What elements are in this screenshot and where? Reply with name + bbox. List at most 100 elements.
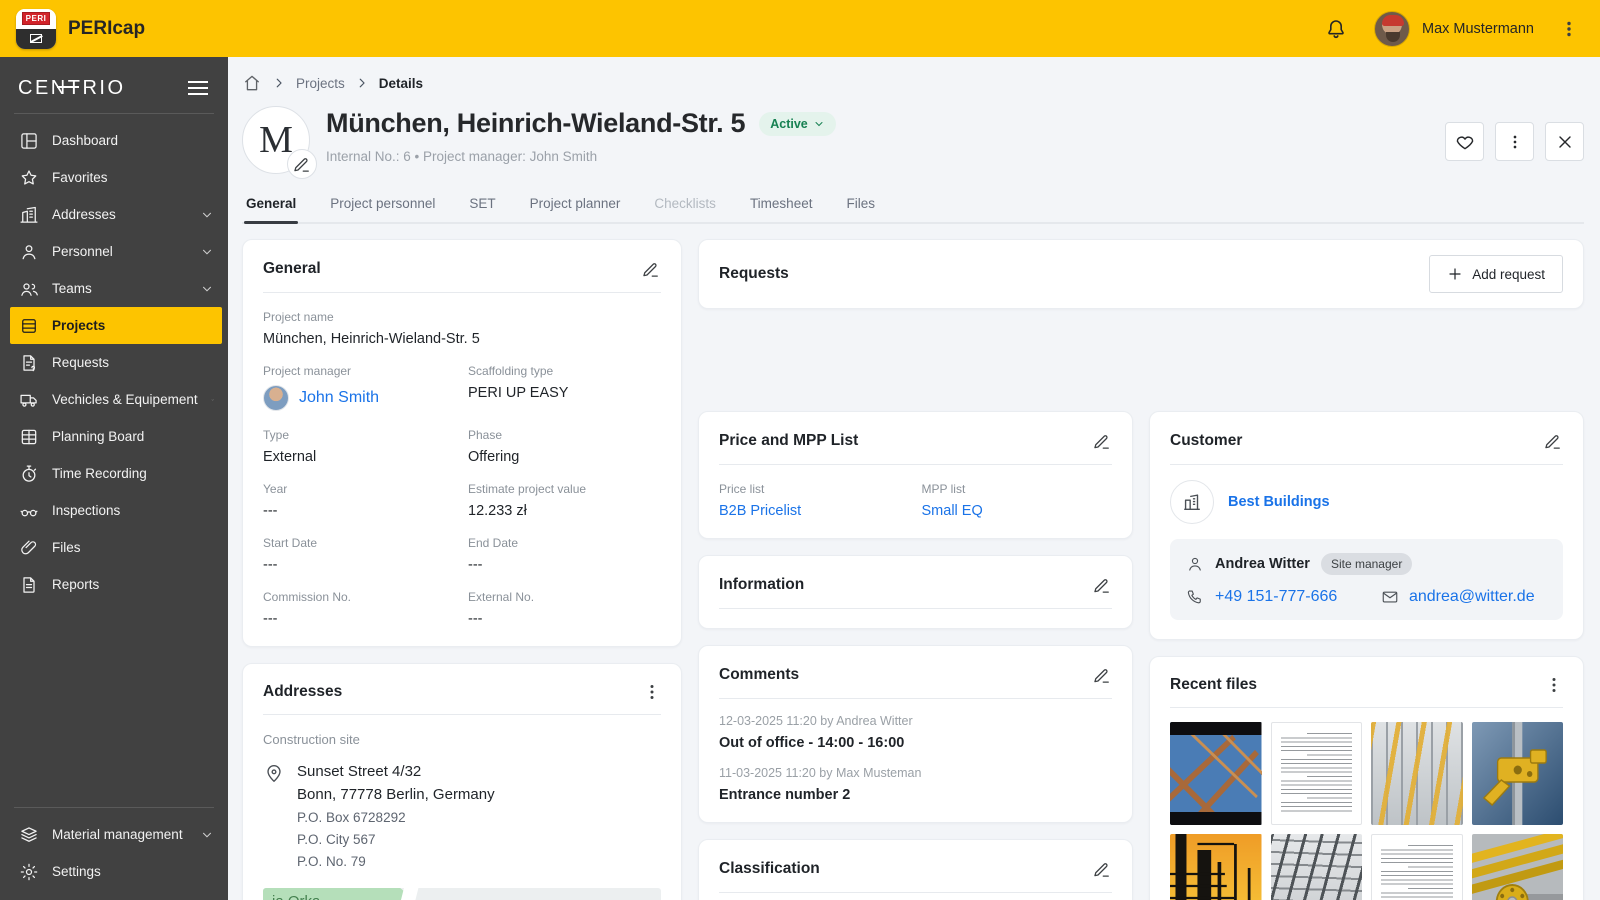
company-building-icon bbox=[1181, 491, 1203, 513]
field-label: External No. bbox=[468, 590, 661, 604]
field-label: Phase bbox=[468, 428, 661, 442]
sidebar-item-teams[interactable]: Teams bbox=[0, 270, 228, 307]
start-date-value: --- bbox=[263, 557, 456, 573]
tab-set[interactable]: SET bbox=[467, 190, 497, 222]
sidebar-item-files[interactable]: Files bbox=[0, 529, 228, 566]
file-thumbnail-document[interactable] bbox=[1371, 834, 1463, 900]
edit-classification-button[interactable] bbox=[1092, 859, 1112, 879]
topbar-overflow-button[interactable] bbox=[1560, 20, 1578, 38]
chevron-down-icon bbox=[200, 245, 214, 259]
edit-comments-button[interactable] bbox=[1092, 665, 1112, 685]
sidebar-item-dashboard[interactable]: Dashboard bbox=[0, 122, 228, 159]
customer-card: Customer Best Buildings bbox=[1149, 411, 1584, 640]
end-date-value: --- bbox=[468, 557, 661, 573]
comments-card-title: Comments bbox=[719, 666, 799, 684]
map[interactable]: ia Orka MOSiR ego Ją bbox=[263, 888, 661, 900]
add-request-button[interactable]: Add request bbox=[1429, 255, 1563, 293]
estimate-value: 12.233 zł bbox=[468, 503, 661, 519]
breadcrumb-projects[interactable]: Projects bbox=[296, 76, 345, 91]
sidebar-item-time-recording[interactable]: Time Recording bbox=[0, 455, 228, 492]
sidebar-item-requests[interactable]: Requests bbox=[0, 344, 228, 381]
contact-email-link[interactable]: andrea@witter.de bbox=[1409, 588, 1535, 606]
header-overflow-button[interactable] bbox=[1495, 122, 1534, 161]
glasses-icon bbox=[19, 501, 39, 521]
kebab-icon bbox=[1505, 132, 1525, 152]
price-list-link[interactable]: B2B Pricelist bbox=[719, 503, 801, 519]
plus-icon bbox=[1447, 266, 1463, 282]
tab-checklists: Checklists bbox=[652, 190, 718, 222]
tab-project-planner[interactable]: Project planner bbox=[528, 190, 623, 222]
close-button[interactable] bbox=[1545, 122, 1584, 161]
sidebar-item-personnel[interactable]: Personnel bbox=[0, 233, 228, 270]
notifications-button[interactable] bbox=[1324, 17, 1348, 41]
sidebar-item-addresses[interactable]: Addresses bbox=[0, 196, 228, 233]
contact-phone-link[interactable]: +49 151-777-666 bbox=[1215, 588, 1337, 606]
phase-value: Offering bbox=[468, 449, 661, 465]
file-thumbnail-steel-framework[interactable] bbox=[1170, 722, 1262, 825]
user-menu[interactable]: Max Mustermann bbox=[1374, 11, 1534, 47]
sidebar-item-reports[interactable]: Reports bbox=[0, 566, 228, 603]
formwork-icon bbox=[30, 34, 42, 43]
mail-icon bbox=[1381, 588, 1399, 606]
file-thumbnail-scaffolding-yellow[interactable] bbox=[1371, 722, 1463, 825]
sidebar-item-material-management[interactable]: Material management bbox=[0, 816, 228, 853]
pencil-icon bbox=[1092, 431, 1112, 451]
recent-files-card: Recent files bbox=[1149, 656, 1584, 900]
edit-price-mpp-button[interactable] bbox=[1092, 431, 1112, 451]
field-label: End Date bbox=[468, 536, 661, 550]
pencil-icon bbox=[1543, 431, 1563, 451]
heart-icon bbox=[1455, 132, 1475, 152]
edit-general-button[interactable] bbox=[641, 259, 661, 279]
files-grid bbox=[1170, 722, 1563, 900]
favorite-button[interactable] bbox=[1445, 122, 1484, 161]
sidebar-toggle-button[interactable] bbox=[184, 73, 212, 103]
file-thumbnail-scaffolding-grayscale[interactable] bbox=[1271, 834, 1363, 900]
sidebar-item-favorites[interactable]: Favorites bbox=[0, 159, 228, 196]
tab-general[interactable]: General bbox=[244, 190, 298, 222]
home-icon[interactable] bbox=[242, 73, 262, 93]
pencil-icon bbox=[1092, 665, 1112, 685]
sidebar-item-projects[interactable]: Projects bbox=[10, 307, 222, 344]
building-icon bbox=[19, 205, 39, 225]
mpp-list-link[interactable]: Small EQ bbox=[922, 503, 983, 519]
price-mpp-card-title: Price and MPP List bbox=[719, 432, 858, 450]
star-icon bbox=[19, 168, 39, 188]
centrio-logo: CENTRIO bbox=[18, 77, 126, 100]
contact-role-badge: Site manager bbox=[1321, 553, 1412, 575]
sidebar-item-inspections[interactable]: Inspections bbox=[0, 492, 228, 529]
report-document-icon bbox=[19, 575, 39, 595]
project-avatar: M bbox=[242, 106, 310, 174]
stopwatch-icon bbox=[19, 464, 39, 484]
sidebar-item-planning-board[interactable]: Planning Board bbox=[0, 418, 228, 455]
file-thumbnail-yellow-pipes[interactable] bbox=[1472, 834, 1564, 900]
kebab-icon bbox=[1545, 676, 1563, 694]
edit-information-button[interactable] bbox=[1092, 575, 1112, 595]
addresses-overflow-button[interactable] bbox=[643, 683, 661, 701]
tab-project-personnel[interactable]: Project personnel bbox=[328, 190, 437, 222]
tab-files[interactable]: Files bbox=[844, 190, 877, 222]
dashboard-icon bbox=[19, 131, 39, 151]
tab-timesheet[interactable]: Timesheet bbox=[748, 190, 815, 222]
address-line1: Sunset Street 4/32 bbox=[297, 760, 495, 783]
file-thumbnail-clamp[interactable] bbox=[1472, 722, 1564, 825]
sidebar-item-vehicles[interactable]: Vechicles & Equipement bbox=[0, 381, 228, 418]
project-manager-link[interactable]: John Smith bbox=[299, 389, 379, 407]
information-card: Information bbox=[698, 555, 1133, 629]
project-name-value: München, Heinrich-Wieland-Str. 5 bbox=[263, 331, 661, 347]
project-subtitle: Internal No.: 6 • Project manager: John … bbox=[326, 149, 836, 164]
recent-files-overflow-button[interactable] bbox=[1545, 676, 1563, 694]
comment-item: 12-03-2025 11:20 by Andrea Witter Out of… bbox=[719, 714, 1112, 751]
chevron-right-icon bbox=[355, 76, 369, 90]
addresses-card-title: Addresses bbox=[263, 683, 342, 701]
status-badge[interactable]: Active bbox=[759, 112, 836, 136]
file-thumbnail-sunset-silhouette[interactable] bbox=[1170, 834, 1262, 900]
sidebar-item-settings[interactable]: Settings bbox=[0, 853, 228, 890]
app-title: PERIcap bbox=[68, 18, 145, 40]
customer-company-link[interactable]: Best Buildings bbox=[1228, 494, 1330, 510]
sidebar: CENTRIO Dashboard Favorites Addresses Pe… bbox=[0, 57, 228, 900]
edit-customer-button[interactable] bbox=[1543, 431, 1563, 451]
bell-icon bbox=[1324, 17, 1348, 41]
general-card-title: General bbox=[263, 260, 321, 278]
edit-avatar-button[interactable] bbox=[287, 149, 317, 179]
file-thumbnail-document[interactable] bbox=[1271, 722, 1363, 825]
